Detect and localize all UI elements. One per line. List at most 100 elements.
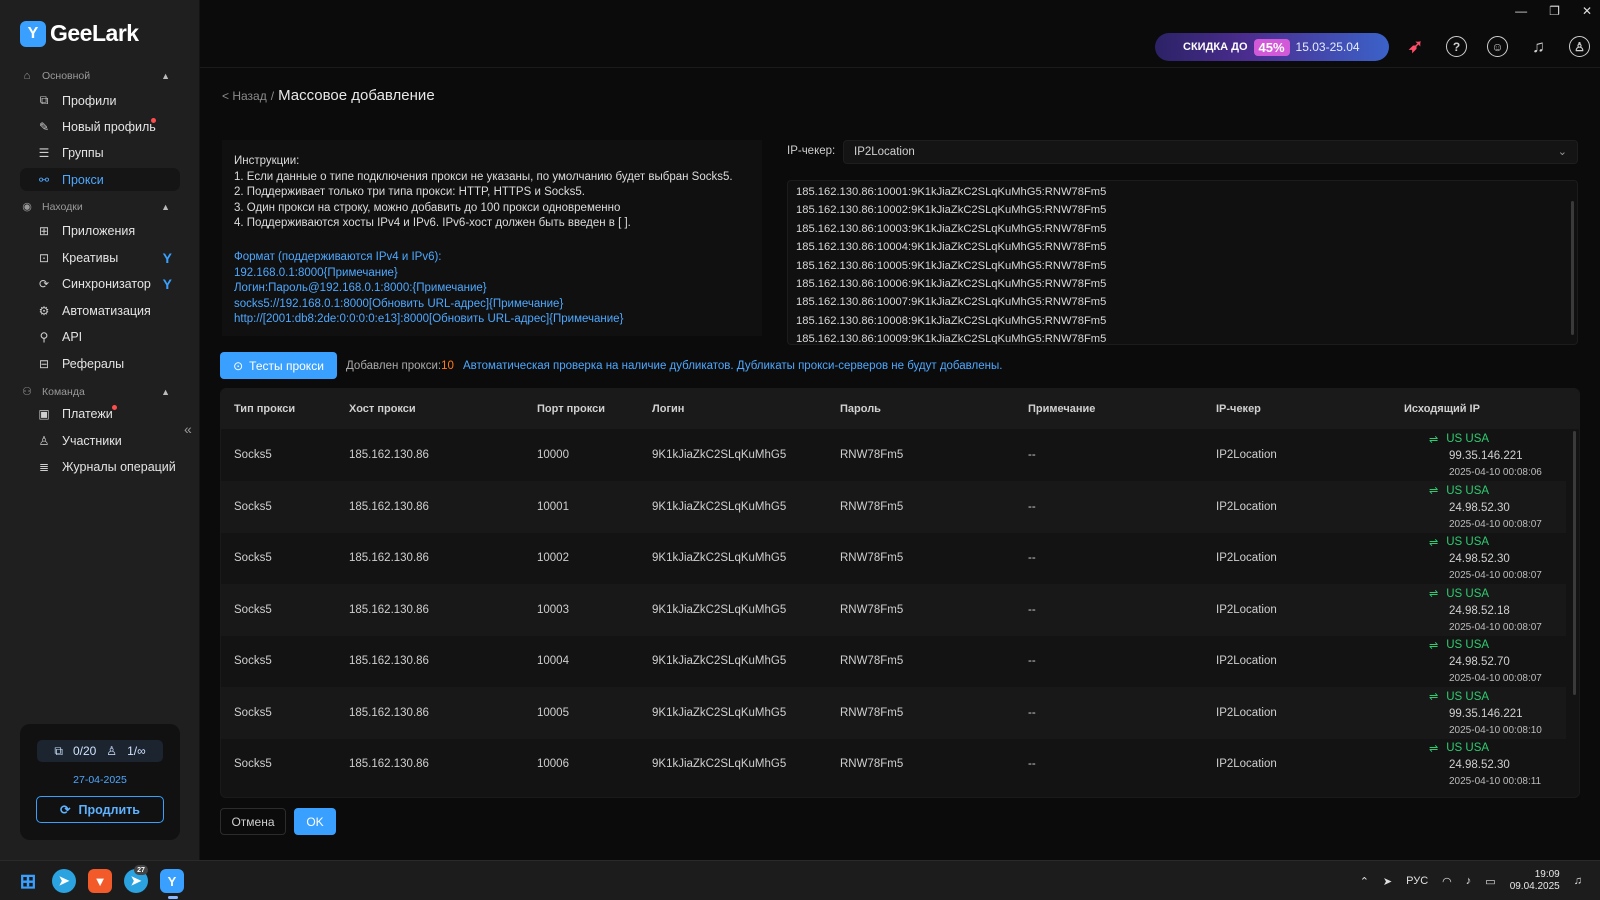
renew-button[interactable]: ⟳ Продлить xyxy=(36,796,164,823)
minimize-icon[interactable]: — xyxy=(1515,4,1527,18)
cell-checker: IP2Location xyxy=(1216,449,1277,461)
bell-icon[interactable]: ♫ xyxy=(1528,36,1549,57)
section-team[interactable]: ⚇ Команда ▲ xyxy=(20,385,170,399)
cell-password: RNW78Fm5 xyxy=(840,552,904,564)
proxy-input-textarea[interactable]: 185.162.130.86:10001:9K1kJiaZkC2SLqKuMhG… xyxy=(787,180,1578,345)
table-header: Тип прокси Хост прокси Порт прокси Логин… xyxy=(221,389,1579,429)
logo[interactable]: Y GeeLark xyxy=(20,20,139,47)
cell-type: Socks5 xyxy=(234,603,272,616)
sidebar-item-label: Креативы xyxy=(62,250,119,265)
country: ⇌ US USA xyxy=(1429,689,1542,705)
back-link[interactable]: < Назад xyxy=(222,89,267,103)
cell-type: Socks5 xyxy=(234,500,272,513)
sidebar-item-proxy[interactable]: ⚯ Прокси xyxy=(20,168,180,191)
notifications-icon[interactable]: ♫ xyxy=(1574,875,1582,887)
restore-icon[interactable]: ❐ xyxy=(1549,4,1560,18)
windows-start-icon[interactable]: ⊞ xyxy=(16,869,40,893)
chevron-up-icon[interactable]: ⌃ xyxy=(1360,875,1369,888)
cell-port: 10000 xyxy=(537,449,569,461)
telegram-badge: 27 xyxy=(134,865,148,875)
country: ⇌ US USA xyxy=(1429,431,1542,447)
proxy-line: 185.162.130.86:10003:9K1kJiaZkC2SLqKuMhG… xyxy=(796,222,1107,235)
added-label: Добавлен прокси: xyxy=(346,360,442,372)
sidebar-item-logs[interactable]: ≣ Журналы операций xyxy=(20,455,180,478)
sidebar-item-synchronizer[interactable]: ⟳ Синхронизатор Y xyxy=(20,272,180,295)
sidebar-item-label: Группы xyxy=(62,145,104,160)
table-row[interactable]: Socks5 185.162.130.86 10004 9K1kJiaZkC2SLqK… xyxy=(221,635,1566,688)
clock[interactable]: 19:09 09.04.2025 xyxy=(1510,869,1560,893)
col-header: Пароль xyxy=(840,403,881,415)
window-controls: — ❐ ✕ xyxy=(1515,4,1592,18)
user-icon: ♙ xyxy=(38,433,50,448)
cell-host: 185.162.130.86 xyxy=(349,603,429,616)
country: ⇌ US USA xyxy=(1429,637,1542,653)
table-row[interactable]: Socks5 185.162.130.86 10003 9K1kJiaZkC2SLqK… xyxy=(221,583,1566,636)
cell-checker: IP2Location xyxy=(1216,500,1277,513)
collapse-sidebar-icon[interactable]: « xyxy=(184,421,192,437)
cancel-button[interactable]: Отмена xyxy=(220,808,286,835)
table-row[interactable]: Socks5 185.162.130.86 10006 9K1kJiaZkC2SLqK… xyxy=(221,738,1566,791)
outgoing-ip: 99.35.146.221 xyxy=(1449,707,1523,720)
section-finds[interactable]: ◉ Находки ▲ xyxy=(20,200,170,214)
section-main[interactable]: ⌂ Основной ▲ xyxy=(20,70,170,82)
help-icon[interactable]: ? xyxy=(1446,36,1467,57)
support-icon[interactable]: ☺ xyxy=(1487,36,1508,57)
creatives-icon: ⊡ xyxy=(38,250,50,265)
table-row[interactable]: Socks5 185.162.130.86 10000 9K1kJiaZkC2SLqK… xyxy=(221,429,1566,482)
table-row[interactable]: Socks5 185.162.130.86 10002 9K1kJiaZkC2SLqK… xyxy=(221,532,1566,585)
close-icon[interactable]: ✕ xyxy=(1582,4,1592,18)
ip-checker-value: IP2Location xyxy=(854,146,915,158)
eye-icon: ◉ xyxy=(22,201,32,213)
wifi-icon[interactable]: ◠ xyxy=(1442,875,1452,888)
format-line: 192.168.0.1:8000{Примечание} xyxy=(234,266,398,279)
sidebar-item-label: Прокси xyxy=(62,172,104,187)
sidebar-item-label: API xyxy=(62,329,83,344)
sidebar-item-payments[interactable]: ▣ Платежи xyxy=(20,402,180,425)
telegram-icon[interactable]: ➤ xyxy=(52,869,76,893)
sidebar-item-label: Автоматизация xyxy=(62,303,151,318)
check-timestamp: 2025-04-10 00:08:10 xyxy=(1449,724,1542,736)
account-icon[interactable]: ♙ xyxy=(1569,36,1590,57)
volume-icon[interactable]: ♪ xyxy=(1466,875,1472,887)
sidebar-item-profiles[interactable]: ⧉ Профили xyxy=(20,89,180,112)
log-icon: ≣ xyxy=(38,459,50,474)
table-row[interactable]: Socks5 185.162.130.86 10001 9K1kJiaZkC2SLqK… xyxy=(221,480,1566,533)
instruction-line: 2. Поддерживает только три типа прокси: … xyxy=(234,186,585,199)
col-header: Порт прокси xyxy=(537,403,605,415)
notification-dot xyxy=(151,118,156,123)
sidebar-item-automation[interactable]: ⚙ Автоматизация xyxy=(20,299,180,322)
cell-note: -- xyxy=(1028,449,1036,461)
ip-checker-select[interactable]: IP2Location ⌄ xyxy=(843,140,1578,164)
promo-banner[interactable]: СКИДКА ДО 45% 15.03-25.04 xyxy=(1155,33,1389,61)
sidebar-item-new-profile[interactable]: ✎ Новый профиль xyxy=(20,115,180,138)
check-timestamp: 2025-04-10 00:08:06 xyxy=(1449,467,1542,478)
cell-type: Socks5 xyxy=(234,449,272,461)
textarea-scrollbar[interactable] xyxy=(1571,201,1574,335)
main-content: — ❐ ✕ СКИДКА ДО 45% 15.03-25.04 ➶ ? ☺ ♫ … xyxy=(200,0,1600,860)
ok-button[interactable]: OK xyxy=(294,808,336,835)
home-icon: ⌂ xyxy=(23,70,31,82)
swap-icon: ⇌ xyxy=(1429,485,1439,497)
telegram-tray-icon[interactable]: ➤ xyxy=(1383,875,1392,888)
rocket-icon[interactable]: ➶ xyxy=(1405,36,1426,57)
geelark-taskbar-icon[interactable]: Y xyxy=(160,869,184,899)
sidebar-item-groups[interactable]: ☰ Группы xyxy=(20,141,180,164)
sidebar-item-creatives[interactable]: ⊡ Креативы Y xyxy=(20,246,180,269)
cell-password: RNW78Fm5 xyxy=(840,706,904,719)
table-row[interactable]: Socks5 185.162.130.86 10005 9K1kJiaZkC2SLqK… xyxy=(221,686,1566,739)
brave-browser-icon[interactable]: ▼ xyxy=(88,869,112,893)
cell-note: -- xyxy=(1028,603,1036,616)
battery-icon[interactable]: ▭ xyxy=(1485,875,1495,888)
sidebar-item-apps[interactable]: ⊞ Приложения xyxy=(20,219,180,242)
sidebar-item-members[interactable]: ♙ Участники xyxy=(20,429,180,452)
test-proxy-button[interactable]: ⊙ Тесты прокси xyxy=(220,352,337,379)
geelark-logo-icon: Y xyxy=(20,20,46,47)
cell-checker: IP2Location xyxy=(1216,552,1277,564)
profiles-count-icon: ⧉ xyxy=(54,743,63,758)
check-timestamp: 2025-04-10 00:08:07 xyxy=(1449,621,1542,633)
table-scrollbar[interactable] xyxy=(1573,431,1576,695)
language-indicator[interactable]: РУС xyxy=(1406,875,1428,887)
format-block: Формат (поддерживаются IPv4 и IPv6): 192… xyxy=(234,250,750,328)
sidebar-item-referrals[interactable]: ⊟ Рефералы xyxy=(20,352,180,375)
sidebar-item-api[interactable]: ⚲ API xyxy=(20,325,180,348)
